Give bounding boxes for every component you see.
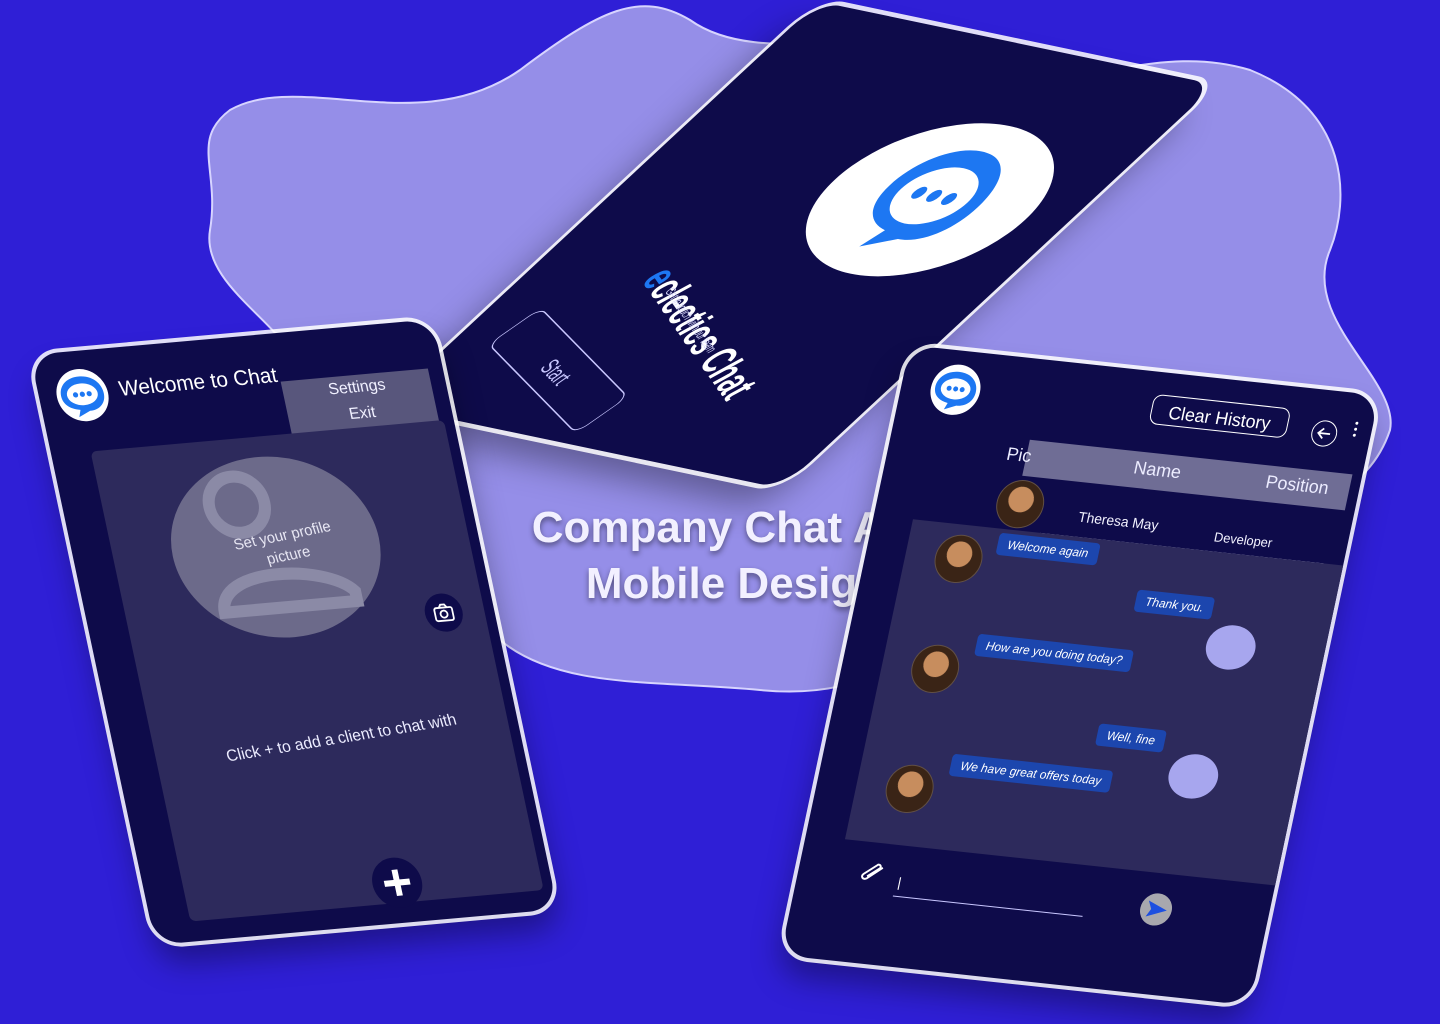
add-client-button[interactable]	[367, 855, 428, 910]
message-input[interactable]	[892, 867, 1089, 917]
paperclip-icon[interactable]	[856, 859, 890, 886]
self-avatar	[1201, 622, 1260, 673]
message-bubble: Welcome again	[995, 532, 1101, 566]
app-logo	[51, 366, 114, 424]
chat-bubble-icon	[934, 371, 977, 410]
kebab-icon	[1354, 421, 1359, 425]
chat-bubble-icon	[60, 376, 105, 418]
self-avatar	[1164, 751, 1223, 802]
message-avatar	[906, 642, 964, 696]
send-icon	[1145, 900, 1167, 917]
back-arrow-icon	[1317, 427, 1331, 439]
start-button[interactable]: Start	[487, 307, 629, 434]
empty-state-text: Click + to add a client to chat with	[224, 711, 459, 766]
message-bubble: Thank you.	[1133, 589, 1216, 620]
message-bubble: We have great offers today	[948, 753, 1114, 793]
screen-title: Welcome to Chat	[116, 363, 280, 401]
app-logo	[925, 362, 986, 418]
camera-button[interactable]	[421, 591, 467, 634]
chat-bubble-icon	[859, 150, 1001, 247]
message-avatar	[881, 762, 939, 816]
send-button[interactable]	[1136, 891, 1176, 928]
contact-name: Theresa May	[1076, 508, 1161, 534]
profile-picture-placeholder[interactable]: Set your profile picture	[153, 447, 467, 647]
more-options-button[interactable]	[1347, 418, 1363, 447]
message-bubble: How are you doing today?	[973, 633, 1135, 673]
message-bubble: Well, fine	[1094, 723, 1168, 753]
message-list: Welcome again Thank you. How are you doi…	[844, 519, 1344, 886]
column-name: Name	[1131, 457, 1184, 483]
clear-history-button[interactable]: Clear History	[1148, 393, 1292, 439]
column-position: Position	[1263, 471, 1331, 499]
back-button[interactable]	[1308, 419, 1340, 448]
plus-icon	[383, 869, 411, 896]
contact-position: Developer	[1212, 529, 1274, 551]
contact-avatar	[991, 477, 1049, 531]
column-pic: Pic	[1004, 443, 1034, 467]
message-avatar	[929, 532, 988, 586]
camera-icon	[433, 603, 455, 623]
